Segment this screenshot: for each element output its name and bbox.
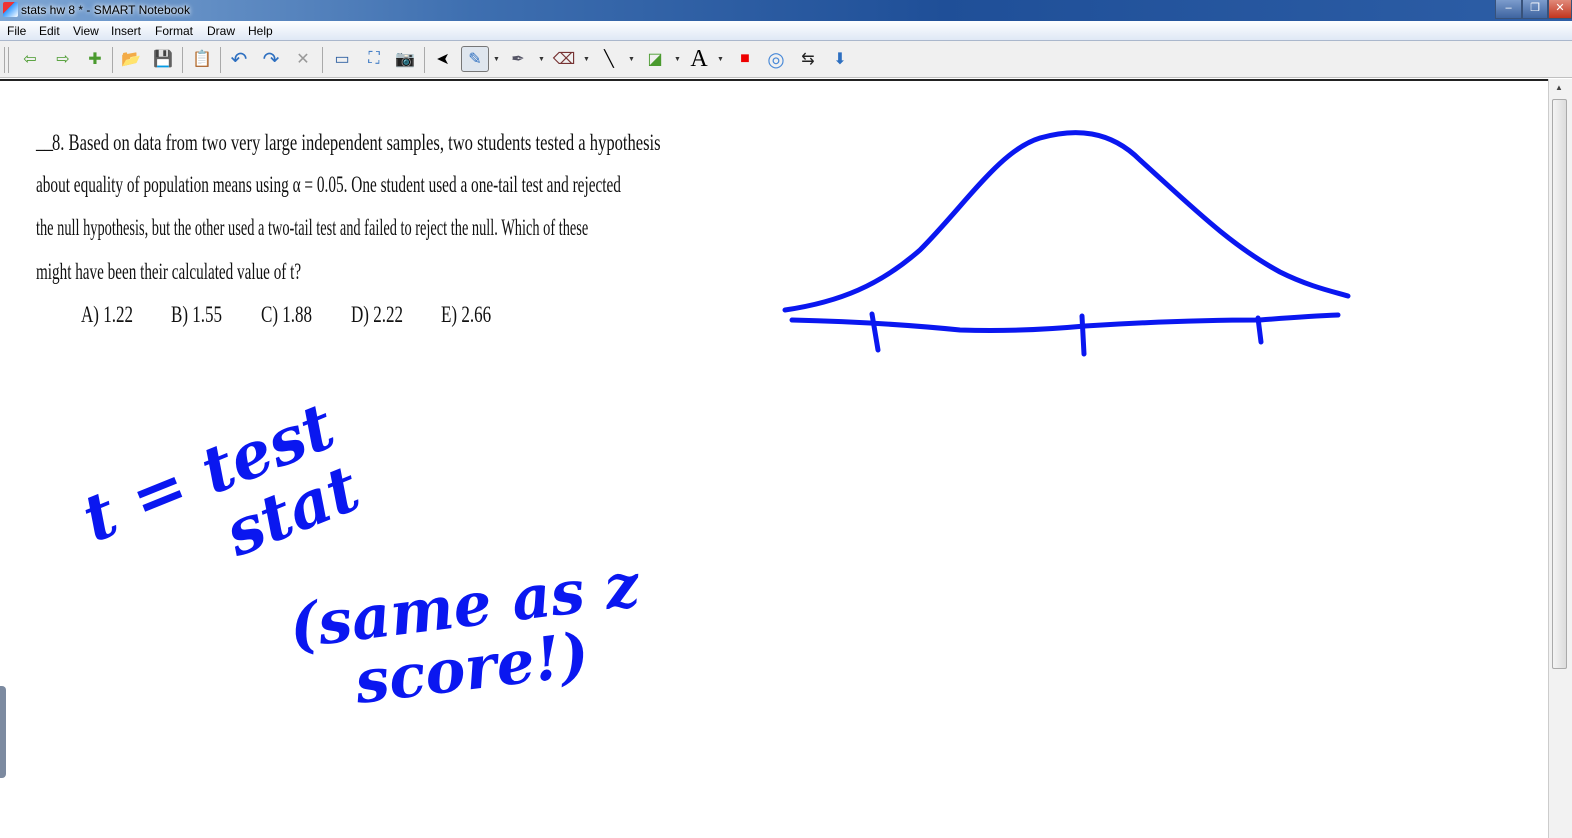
close-button[interactable]: ✕ [1548,0,1572,19]
normal-curve-sketch [782,130,1351,357]
tick-right [1255,315,1264,345]
ink-annotations [782,130,1351,357]
tick-center [1079,313,1087,357]
vertical-scrollbar[interactable]: ▲ [1548,79,1572,838]
scroll-up-arrow[interactable]: ▲ [1555,83,1563,92]
scrollbar-thumb[interactable] [1552,99,1567,669]
bell-curve [782,130,1351,313]
tick-left [869,311,881,353]
